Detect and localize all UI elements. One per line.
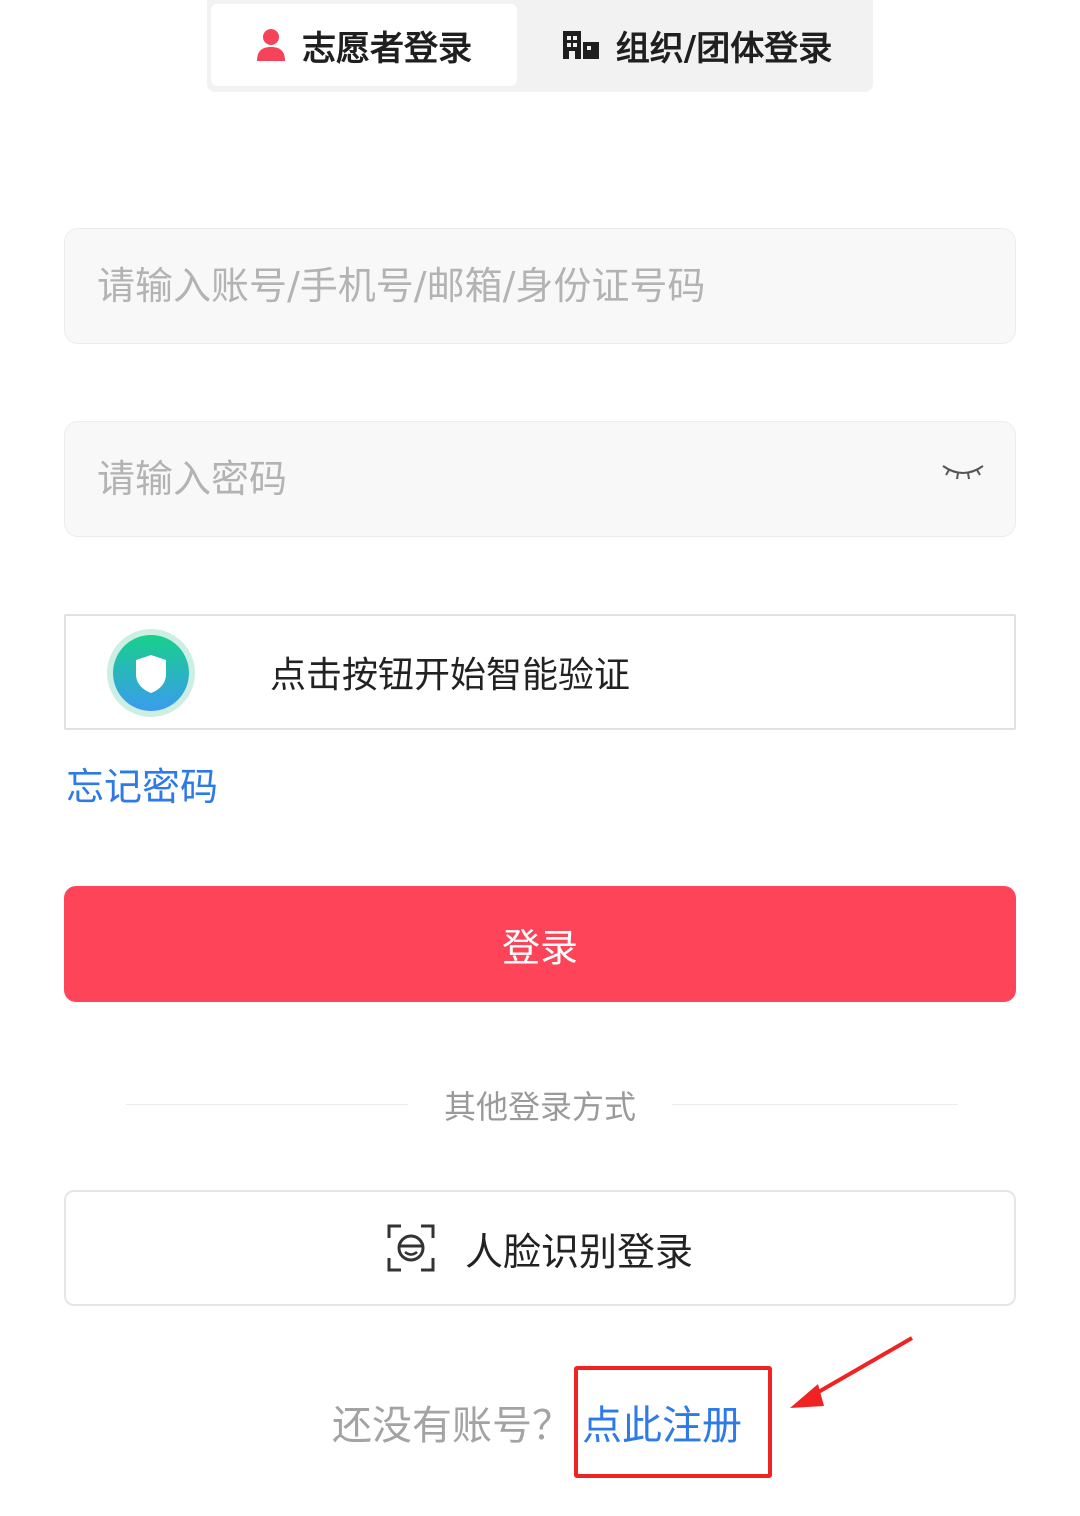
divider-left xyxy=(126,1104,408,1105)
face-recognition-icon xyxy=(387,1224,435,1272)
register-prompt: 还没有账号？ xyxy=(332,1403,572,1449)
login-type-tabs: 志愿者登录 组织/团体登录 xyxy=(207,0,873,92)
face-login-button[interactable]: 人脸识别登录 xyxy=(64,1190,1016,1306)
password-field xyxy=(64,421,1016,537)
password-input[interactable] xyxy=(97,457,917,501)
face-login-label: 人脸识别登录 xyxy=(464,1229,693,1274)
other-login-title: 其他登录方式 xyxy=(443,1088,636,1126)
shield-icon[interactable] xyxy=(106,628,196,718)
smart-captcha[interactable]: 点击按钮开始智能验证 xyxy=(64,614,1016,730)
account-field xyxy=(64,228,1016,344)
annotation-highlight-box xyxy=(574,1366,772,1478)
login-page: 志愿者登录 组织/团体登录 请输入账号/手机号/邮箱/身份证号码 点击按钮开始智… xyxy=(0,0,1080,1516)
tab-organization-label: 组织/团体登录 xyxy=(615,28,833,69)
divider-right xyxy=(672,1104,958,1105)
tab-organization-login[interactable]: 组织/团体登录 xyxy=(527,4,867,86)
captcha-label: 点击按钮开始智能验证 xyxy=(270,655,631,696)
login-button[interactable]: 登录 xyxy=(64,886,1016,1002)
building-icon xyxy=(562,30,600,60)
tab-volunteer-label: 志愿者登录 xyxy=(302,28,472,69)
annotation-arrow-icon xyxy=(786,1334,918,1418)
forgot-password-link[interactable]: 忘记密码 xyxy=(66,756,218,811)
tab-volunteer-login[interactable]: 志愿者登录 xyxy=(211,4,517,86)
eye-closed-icon[interactable] xyxy=(941,460,985,488)
account-input[interactable] xyxy=(97,264,917,308)
person-icon xyxy=(256,28,286,62)
